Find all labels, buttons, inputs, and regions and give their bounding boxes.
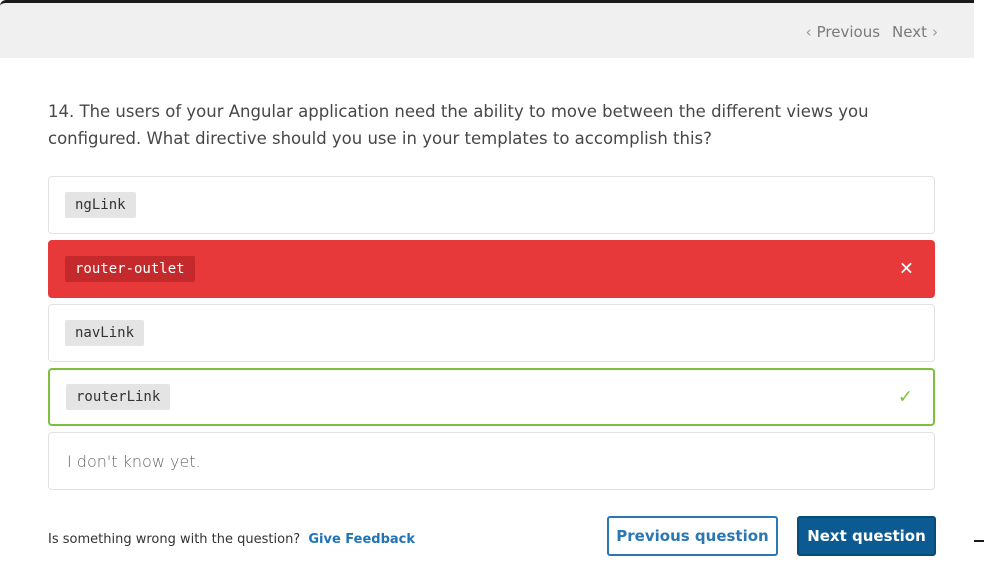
chevron-right-icon: › bbox=[932, 23, 938, 41]
close-icon: ✕ bbox=[898, 258, 914, 280]
answer-option-4[interactable]: routerLink ✓ bbox=[48, 368, 935, 426]
top-bar: ‹ Previous Next › bbox=[0, 0, 974, 58]
answer-option-5[interactable]: I don't know yet. bbox=[48, 432, 935, 490]
answer-option-1[interactable]: ngLink bbox=[48, 176, 935, 234]
window-edge bbox=[974, 58, 984, 576]
question-text: 14. The users of your Angular applicatio… bbox=[48, 102, 869, 148]
answer-option-3[interactable]: navLink bbox=[48, 304, 935, 362]
quiz-panel: ‹ Previous Next › 14. The users of your … bbox=[0, 0, 974, 576]
option-text-label: I don't know yet. bbox=[67, 451, 201, 471]
option-code-label: router-outlet bbox=[65, 256, 195, 282]
nav-next-link[interactable]: Next › bbox=[892, 23, 938, 41]
answer-option-2[interactable]: router-outlet ✕ bbox=[48, 240, 935, 298]
option-code-label: ngLink bbox=[65, 192, 136, 218]
previous-question-button[interactable]: Previous question bbox=[607, 516, 778, 556]
edge-divider bbox=[974, 540, 984, 542]
option-code-label: navLink bbox=[65, 320, 145, 346]
option-code-label: routerLink bbox=[66, 384, 171, 410]
checkmark-icon: ✓ bbox=[897, 386, 913, 408]
nav-previous-link[interactable]: ‹ Previous bbox=[806, 23, 880, 41]
feedback-prompt: Is something wrong with the question? bbox=[48, 532, 301, 547]
give-feedback-link[interactable]: Give Feedback bbox=[308, 532, 415, 547]
nav-next-label: Next bbox=[892, 23, 927, 41]
feedback-row: Is something wrong with the question? Gi… bbox=[48, 532, 415, 547]
next-question-button[interactable]: Next question bbox=[797, 516, 936, 556]
question-nav: ‹ Previous Next › bbox=[806, 23, 938, 41]
chevron-left-icon: ‹ bbox=[805, 23, 812, 41]
nav-previous-label: Previous bbox=[816, 23, 881, 41]
